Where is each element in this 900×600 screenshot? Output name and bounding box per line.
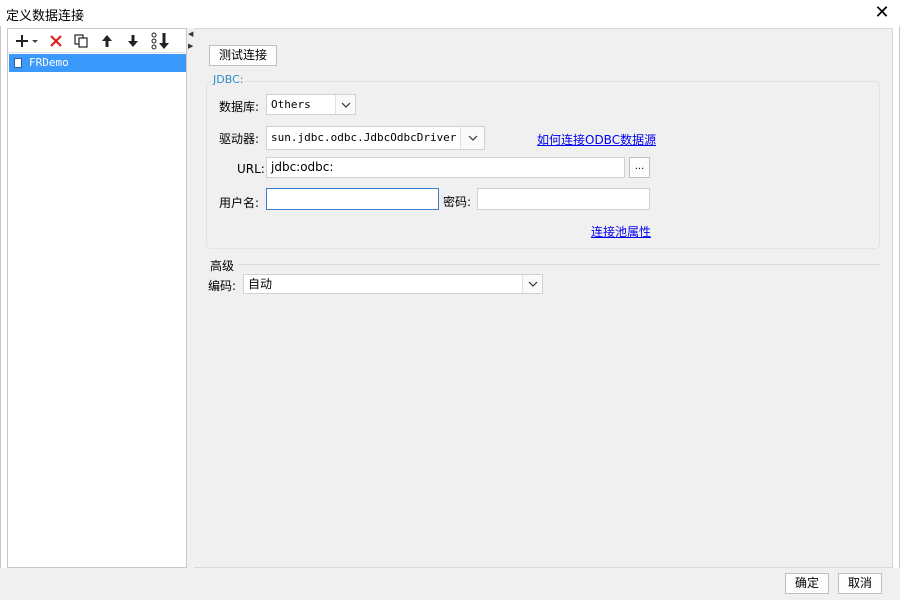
test-connection-button[interactable]: 测试连接 xyxy=(209,45,277,66)
move-up-icon[interactable] xyxy=(97,32,117,50)
title-bar: 定义数据连接 ✕ xyxy=(0,0,900,26)
advanced-divider xyxy=(239,264,880,265)
url-browse-button[interactable]: ... xyxy=(629,157,650,178)
username-input[interactable] xyxy=(266,188,439,210)
connection-item-label: FRDemo xyxy=(29,56,69,69)
driver-combobox[interactable]: sun.jdbc.odbc.JdbcOdbcDriver xyxy=(266,126,485,150)
expand-right-icon[interactable]: ▶ xyxy=(188,42,193,50)
encoding-select[interactable]: 自动 xyxy=(243,274,543,294)
move-down-icon[interactable] xyxy=(123,32,143,50)
username-label: 用户名: xyxy=(219,196,260,210)
connection-toolbar xyxy=(8,29,186,53)
database-select[interactable]: Others xyxy=(266,94,356,115)
url-input[interactable]: jdbc:odbc: xyxy=(266,157,625,178)
window-title: 定义数据连接 xyxy=(6,9,85,24)
close-icon[interactable]: ✕ xyxy=(872,3,892,23)
connection-list-panel: FRDemo xyxy=(7,28,187,568)
chevron-down-icon[interactable] xyxy=(335,95,355,114)
chevron-down-icon[interactable] xyxy=(522,275,542,293)
database-icon xyxy=(14,58,22,68)
odbc-help-link[interactable]: 如何连接ODBC数据源 xyxy=(537,131,656,148)
database-select-value: Others xyxy=(271,98,311,111)
sort-icon[interactable] xyxy=(149,32,173,50)
password-input[interactable] xyxy=(477,188,650,210)
database-label: 数据库: xyxy=(219,100,260,114)
url-value: jdbc:odbc: xyxy=(271,160,334,174)
driver-label: 驱动器: xyxy=(219,132,260,146)
cancel-button[interactable]: 取消 xyxy=(838,573,882,594)
copy-icon[interactable] xyxy=(71,32,91,50)
password-label: 密码: xyxy=(443,195,472,209)
connection-item-frdemo[interactable]: FRDemo xyxy=(9,54,186,72)
encoding-label: 编码: xyxy=(208,279,237,293)
delete-icon[interactable] xyxy=(46,32,66,50)
panel-splitter[interactable]: ◀ ▶ xyxy=(187,28,194,568)
jdbc-legend: JDBC: xyxy=(212,73,245,86)
connection-settings-panel: 测试连接 JDBC: 数据库: Others 驱动器: sun.jdbc.odb… xyxy=(194,28,893,568)
add-dropdown-icon[interactable] xyxy=(12,32,40,50)
dialog-footer: 确定 取消 xyxy=(0,568,900,600)
collapse-left-icon[interactable]: ◀ xyxy=(188,30,193,38)
encoding-value: 自动 xyxy=(248,277,273,291)
advanced-title: 高级 xyxy=(210,259,235,273)
driver-value: sun.jdbc.odbc.JdbcOdbcDriver xyxy=(271,131,457,144)
ok-button[interactable]: 确定 xyxy=(785,573,829,594)
url-label: URL: xyxy=(237,162,265,176)
connection-pool-link[interactable]: 连接池属性 xyxy=(591,223,651,240)
chevron-down-icon[interactable] xyxy=(460,127,484,149)
